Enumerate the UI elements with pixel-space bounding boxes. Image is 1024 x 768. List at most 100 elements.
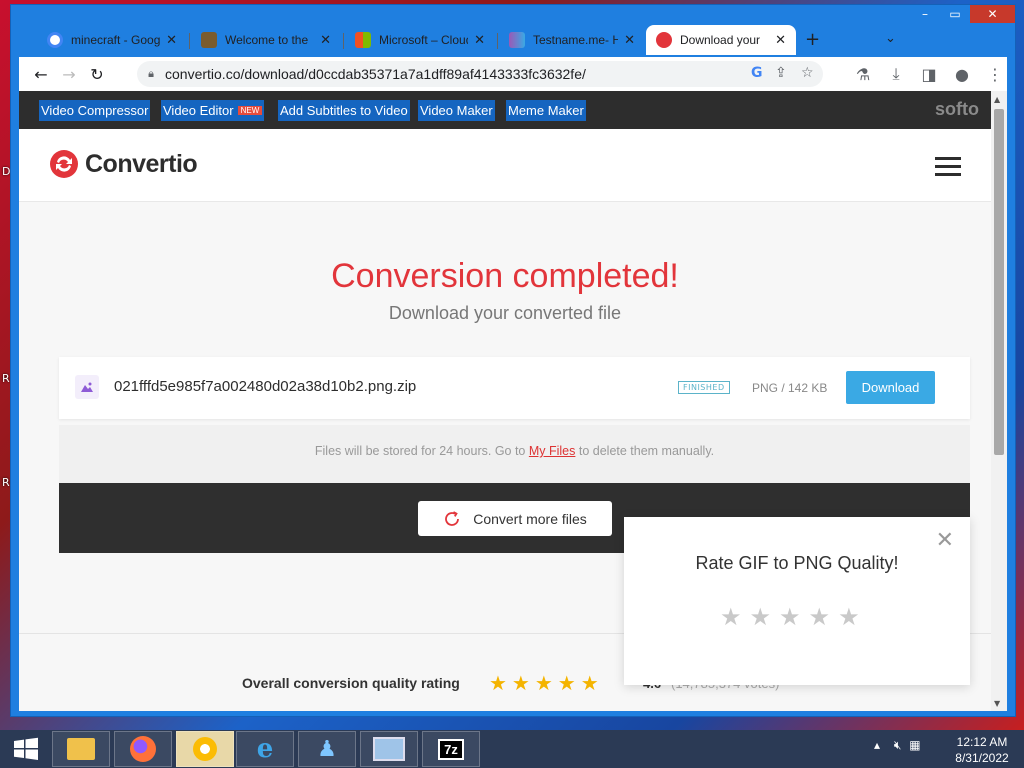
- image-file-icon: [75, 375, 99, 399]
- convertio-logo-icon: [50, 150, 78, 178]
- site-header: Convertio: [19, 129, 991, 202]
- convertio-logo[interactable]: Convertio: [49, 149, 198, 179]
- google-lens-icon[interactable]: G: [751, 65, 763, 81]
- taskbar-chrome[interactable]: [176, 731, 234, 767]
- 7zip-icon: 7z: [438, 738, 464, 760]
- taskbar-file-explorer[interactable]: [52, 731, 110, 767]
- tab-minecraft[interactable]: minecraft - Google ✕: [37, 25, 187, 55]
- desktop-icon-label: R: [2, 372, 10, 385]
- my-files-link[interactable]: My Files: [529, 444, 576, 458]
- share-icon[interactable]: ⇪: [775, 65, 787, 81]
- status-badge: FINISHED: [678, 381, 730, 394]
- new-tab-button[interactable]: +: [805, 29, 820, 50]
- softo-logo[interactable]: softo: [935, 99, 979, 120]
- scroll-up-icon[interactable]: ▲: [994, 95, 1000, 104]
- rate-star-3-icon[interactable]: ★: [779, 603, 801, 631]
- overall-rating-stars: ★★★★★: [489, 671, 604, 695]
- tab-separator: [189, 33, 190, 49]
- close-tab-icon[interactable]: ✕: [775, 32, 786, 48]
- image-glyph-icon: [81, 382, 93, 392]
- rate-star-2-icon[interactable]: ★: [750, 603, 772, 631]
- minimize-button[interactable]: –: [910, 5, 940, 23]
- rate-popup-title: Rate GIF to PNG Quality!: [695, 553, 899, 573]
- convert-more-label: Convert more files: [473, 510, 587, 527]
- tab-microsoft[interactable]: Microsoft – Cloud ✕: [345, 25, 495, 55]
- system-tray: ▴ 🔇︎ ▦: [874, 738, 921, 753]
- nav-video-maker[interactable]: Video Maker: [418, 100, 495, 121]
- testname-favicon-icon: [509, 32, 525, 48]
- page-title: Conversion completed!: [331, 257, 679, 295]
- reload-icon[interactable]: ↻: [83, 65, 111, 84]
- downloads-icon[interactable]: ⤓: [882, 64, 910, 84]
- rate-star-5-icon[interactable]: ★: [838, 603, 860, 631]
- tab-testname[interactable]: Testname.me- H ✕: [499, 25, 645, 55]
- close-window-button[interactable]: ✕: [970, 5, 1015, 23]
- convertio-favicon-icon: [656, 32, 672, 48]
- lock-icon[interactable]: 🔒︎: [137, 67, 165, 81]
- scroll-thumb[interactable]: [994, 109, 1004, 455]
- close-tab-icon[interactable]: ✕: [320, 32, 331, 48]
- rate-quality-popup: ✕ Rate GIF to PNG Quality! ★ ★ ★ ★ ★: [624, 517, 970, 685]
- scroll-down-icon[interactable]: ▼: [994, 699, 1000, 708]
- page-subtitle: Download your converted file: [388, 303, 622, 323]
- tab-title: Testname.me- H: [533, 33, 619, 47]
- start-button[interactable]: [0, 730, 52, 768]
- forward-icon[interactable]: →: [55, 65, 83, 84]
- tab-search-icon[interactable]: ⌄: [885, 31, 896, 46]
- tab-strip: minecraft - Google ✕ Welcome to the ✕ Mi…: [19, 23, 1007, 57]
- rate-star-4-icon[interactable]: ★: [809, 603, 831, 631]
- network-icon[interactable]: ▦: [909, 738, 920, 752]
- page-scrollbar[interactable]: ▲ ▼: [991, 91, 1007, 711]
- page-viewport: Video Compressor Video Editor NEW Add Sub…: [19, 91, 991, 711]
- chrome-icon: [193, 737, 217, 761]
- clock-date: 8/31/2022: [955, 751, 1009, 765]
- browser-toolbar: ← → ↻ 🔒︎ convertio.co/download/d0ccdab35…: [19, 57, 1007, 91]
- file-meta: PNG / 142 KB: [752, 381, 828, 395]
- softo-top-nav: Video Compressor Video Editor NEW Add Sub…: [19, 91, 991, 129]
- back-icon[interactable]: ←: [27, 65, 55, 84]
- taskbar-people[interactable]: ♟: [298, 731, 356, 767]
- tab-separator: [343, 33, 344, 49]
- new-badge: NEW: [237, 106, 263, 115]
- close-popup-icon[interactable]: ✕: [936, 530, 954, 552]
- taskbar-firefox[interactable]: [114, 731, 172, 767]
- maximize-button[interactable]: ▭: [940, 5, 970, 23]
- tab-welcome[interactable]: Welcome to the ✕: [191, 25, 341, 55]
- google-favicon-icon: [47, 32, 63, 48]
- close-tab-icon[interactable]: ✕: [166, 32, 177, 48]
- hamburger-menu-icon[interactable]: [935, 157, 961, 181]
- address-bar[interactable]: 🔒︎ convertio.co/download/d0ccdab35371a7a…: [137, 61, 823, 87]
- url-text[interactable]: convertio.co/download/d0ccdab35371a7a1df…: [165, 66, 586, 82]
- show-hidden-icons-icon[interactable]: ▴: [874, 738, 880, 752]
- taskbar-7zip[interactable]: 7z: [422, 731, 480, 767]
- rate-stars: ★ ★ ★ ★ ★: [720, 603, 860, 631]
- bookmark-star-icon[interactable]: ☆: [801, 65, 814, 81]
- close-tab-icon[interactable]: ✕: [474, 32, 485, 48]
- tab-download-your[interactable]: Download your ✕: [646, 25, 796, 55]
- nav-meme-maker[interactable]: Meme Maker: [506, 100, 586, 121]
- volume-muted-icon[interactable]: 🔇︎: [894, 738, 902, 752]
- file-row: 021fffd5e985f7a002480d02a38d10b2.png.zip…: [59, 357, 970, 419]
- nav-add-subtitles[interactable]: Add Subtitles to Video: [278, 100, 410, 121]
- nav-video-compressor[interactable]: Video Compressor: [39, 100, 151, 121]
- folder-icon: [67, 738, 95, 760]
- labs-flask-icon[interactable]: ⚗: [849, 65, 877, 84]
- windows-logo-icon: [14, 737, 38, 760]
- close-tab-icon[interactable]: ✕: [624, 32, 635, 48]
- tab-title: Welcome to the: [225, 33, 309, 47]
- menu-kebab-icon[interactable]: ⋮: [981, 65, 1009, 84]
- profile-avatar-icon[interactable]: ●: [948, 65, 976, 84]
- side-panel-icon[interactable]: ◨: [915, 65, 943, 84]
- nav-video-editor-label: Video Editor: [163, 103, 234, 118]
- taskbar-internet-explorer[interactable]: e: [236, 731, 294, 767]
- rate-star-1-icon[interactable]: ★: [720, 603, 742, 631]
- file-name: 021fffd5e985f7a002480d02a38d10b2.png.zip: [114, 378, 417, 395]
- firefox-icon: [130, 736, 156, 762]
- taskbar-clock[interactable]: 12:12 AM 8/31/2022: [950, 734, 1014, 766]
- nav-video-editor[interactable]: Video Editor NEW: [161, 100, 265, 121]
- taskbar: e ♟ 7z ▴ 🔇︎ ▦ 12:12 AM 8/31/2022: [0, 730, 1024, 768]
- download-button[interactable]: Download: [846, 371, 935, 404]
- microsoft-logo-icon: [355, 32, 371, 48]
- convert-more-button[interactable]: Convert more files: [418, 501, 612, 536]
- taskbar-control-panel[interactable]: [360, 731, 418, 767]
